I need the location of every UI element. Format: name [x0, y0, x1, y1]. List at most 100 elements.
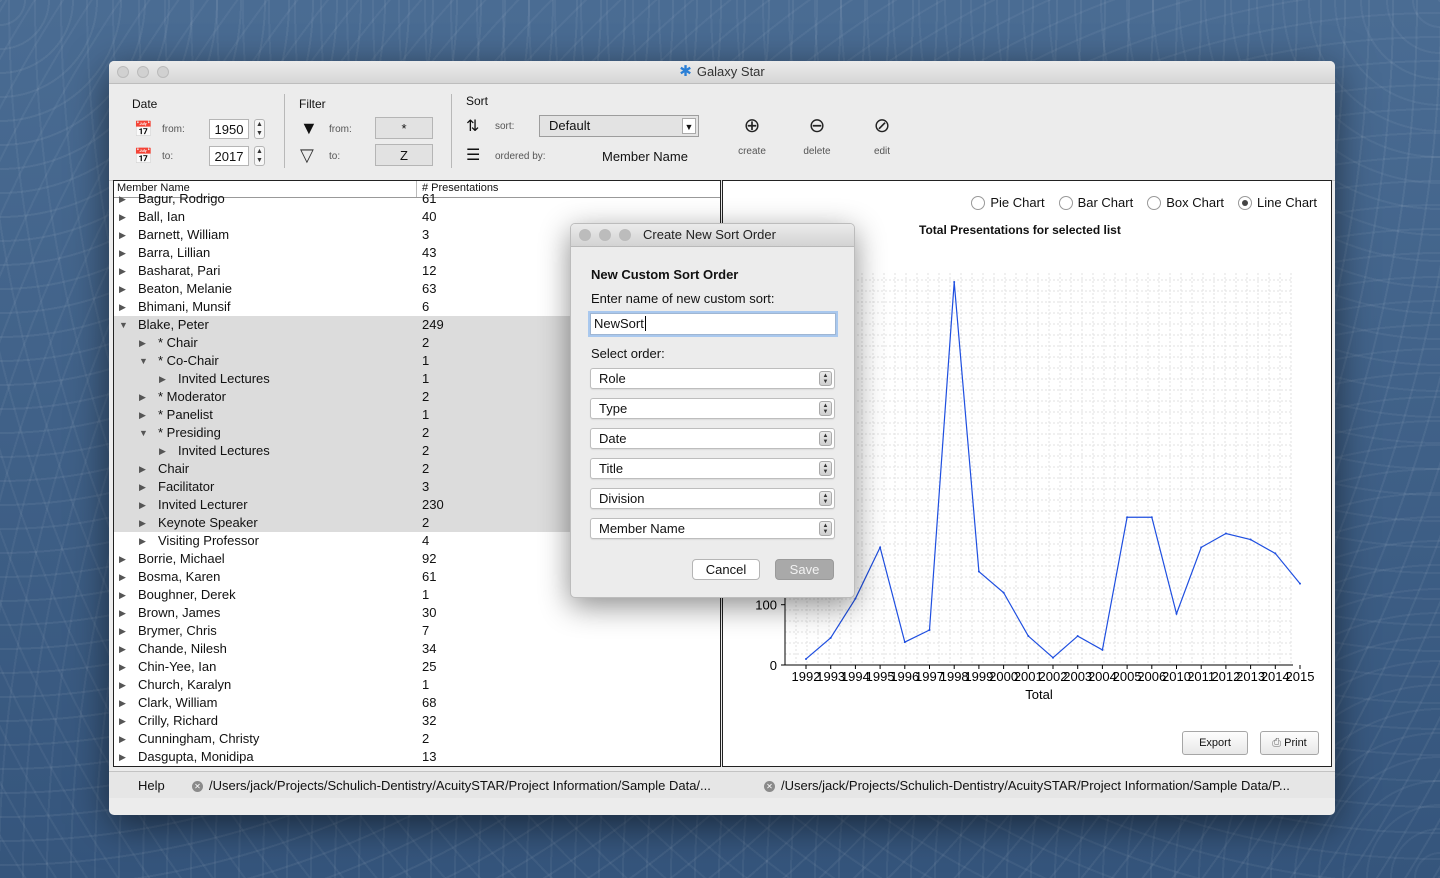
order-select[interactable]: Type ▲ ▼ [590, 398, 835, 419]
date-from-label: from: [162, 124, 185, 135]
disclosure-right-icon[interactable]: ▶ [139, 460, 146, 478]
dialog-zoom-button[interactable] [619, 229, 631, 241]
window-titlebar[interactable]: ✱ Galaxy Star [109, 61, 1335, 84]
disclosure-right-icon[interactable]: ▶ [139, 406, 146, 424]
tree-row[interactable]: ▶ Chin-Yee, Ian 25 [114, 658, 720, 676]
chevron-down-icon[interactable]: ▼ [682, 118, 696, 134]
order-select[interactable]: Role ▲ ▼ [590, 368, 835, 389]
disclosure-right-icon[interactable]: ▶ [119, 712, 126, 730]
tree-row-name: Clark, William [138, 695, 218, 710]
date-from-input[interactable]: 1950 [209, 119, 249, 139]
updown-chevron-icon[interactable]: ▲ ▼ [819, 521, 832, 536]
disclosure-right-icon[interactable]: ▶ [139, 514, 146, 532]
updown-chevron-icon[interactable]: ▲ ▼ [819, 371, 832, 386]
filter-from-input[interactable]: * [375, 117, 433, 139]
disclosure-right-icon[interactable]: ▶ [119, 640, 126, 658]
updown-chevron-icon[interactable]: ▲ ▼ [819, 401, 832, 416]
disclosure-right-icon[interactable]: ▶ [119, 622, 126, 640]
y-tick-label: 0 [770, 658, 777, 673]
close-icon[interactable]: ✕ [764, 780, 775, 792]
file-tab[interactable]: ✕ /Users/jack/Projects/Schulich-Dentistr… [192, 776, 711, 796]
disclosure-right-icon[interactable]: ▶ [119, 694, 126, 712]
updown-chevron-icon[interactable]: ▲ ▼ [819, 461, 832, 476]
disclosure-right-icon[interactable]: ▶ [119, 586, 126, 604]
disclosure-right-icon[interactable]: ▶ [119, 730, 126, 748]
text-cursor [644, 316, 646, 331]
filter-to-input[interactable]: Z [375, 144, 433, 166]
print-button[interactable]: ⎙ Print [1260, 731, 1319, 755]
dialog-close-button[interactable] [579, 229, 591, 241]
tree-row-name: Blake, Peter [138, 317, 209, 332]
list-icon: ☰ [466, 147, 481, 164]
edit-sort-button[interactable]: ⊘ edit [857, 115, 907, 157]
updown-chevron-icon[interactable]: ▲ ▼ [819, 491, 832, 506]
tree-row-count: 3 [422, 227, 430, 242]
sort-icon: ⇅ [466, 118, 480, 135]
disclosure-right-icon[interactable]: ▶ [139, 478, 146, 496]
tree-row-count: 25 [422, 659, 437, 674]
disclosure-right-icon[interactable]: ▶ [119, 226, 126, 244]
tree-row-count: 92 [422, 551, 437, 566]
tree-row[interactable]: ▶ Chande, Nilesh 34 [114, 640, 720, 658]
cancel-button[interactable]: Cancel [692, 559, 760, 580]
disclosure-right-icon[interactable]: ▶ [119, 676, 126, 694]
disclosure-right-icon[interactable]: ▶ [119, 298, 126, 316]
close-window-button[interactable] [117, 66, 129, 78]
dialog-titlebar[interactable]: Create New Sort Order [571, 224, 854, 247]
order-select[interactable]: Member Name ▲ ▼ [590, 518, 835, 539]
disclosure-right-icon[interactable]: ▶ [139, 496, 146, 514]
tree-row[interactable]: ▶ Brymer, Chris 7 [114, 622, 720, 640]
disclosure-right-icon[interactable]: ▶ [119, 208, 126, 226]
file-tab[interactable]: ✕ /Users/jack/Projects/Schulich-Dentistr… [764, 776, 1290, 796]
tree-row[interactable]: ▶ Bagur, Rodrigo 61 [114, 190, 720, 208]
disclosure-right-icon[interactable]: ▶ [119, 190, 126, 208]
date-to-input[interactable]: 2017 [209, 146, 249, 166]
order-select[interactable]: Title ▲ ▼ [590, 458, 835, 479]
tree-row[interactable]: ▶ Dasgupta, Monidipa 13 [114, 748, 720, 766]
create-sort-button[interactable]: ⊕ create [727, 115, 777, 157]
disclosure-down-icon[interactable]: ▼ [139, 352, 148, 370]
disclosure-right-icon[interactable]: ▶ [159, 442, 166, 460]
disclosure-right-icon[interactable]: ▶ [119, 748, 126, 766]
disclosure-right-icon[interactable]: ▶ [139, 334, 146, 352]
sort-select[interactable]: Default ▼ [539, 115, 699, 137]
tree-row-count: 6 [422, 299, 430, 314]
dialog-minimize-button[interactable] [599, 229, 611, 241]
disclosure-right-icon[interactable]: ▶ [119, 550, 126, 568]
tree-row[interactable]: ▶ Clark, William 68 [114, 694, 720, 712]
tree-row[interactable]: ▶ Brown, James 30 [114, 604, 720, 622]
save-button[interactable]: Save [775, 559, 834, 580]
tree-row-count: 61 [422, 569, 437, 584]
disclosure-down-icon[interactable]: ▼ [119, 316, 128, 334]
disclosure-right-icon[interactable]: ▶ [119, 604, 126, 622]
disclosure-right-icon[interactable]: ▶ [119, 568, 126, 586]
tree-row[interactable]: ▶ Cunningham, Christy 2 [114, 730, 720, 748]
help-tab[interactable]: Help [138, 776, 165, 796]
dialog-window-controls [579, 229, 631, 241]
disclosure-right-icon[interactable]: ▶ [119, 262, 126, 280]
tree-row[interactable]: ▶ Church, Karalyn 1 [114, 676, 720, 694]
date-from-stepper[interactable]: ▲ ▼ [254, 119, 265, 139]
data-point [977, 570, 980, 573]
tree-row[interactable]: ▶ Crilly, Richard 32 [114, 712, 720, 730]
order-select[interactable]: Division ▲ ▼ [590, 488, 835, 509]
date-to-stepper[interactable]: ▲ ▼ [254, 146, 265, 166]
disclosure-right-icon[interactable]: ▶ [159, 370, 166, 388]
disclosure-right-icon[interactable]: ▶ [139, 532, 146, 550]
updown-chevron-icon[interactable]: ▲ ▼ [819, 431, 832, 446]
disclosure-right-icon[interactable]: ▶ [139, 388, 146, 406]
disclosure-right-icon[interactable]: ▶ [119, 280, 126, 298]
disclosure-down-icon[interactable]: ▼ [139, 424, 148, 442]
disclosure-right-icon[interactable]: ▶ [119, 658, 126, 676]
export-button[interactable]: Export [1182, 731, 1248, 755]
sort-name-input[interactable]: NewSort [590, 313, 836, 335]
disclosure-right-icon[interactable]: ▶ [119, 244, 126, 262]
tree-row-name: Brymer, Chris [138, 623, 217, 638]
order-select[interactable]: Date ▲ ▼ [590, 428, 835, 449]
minimize-window-button[interactable] [137, 66, 149, 78]
delete-sort-button[interactable]: ⊖ delete [792, 115, 842, 157]
tree-row-count: 249 [422, 317, 444, 332]
zoom-window-button[interactable] [157, 66, 169, 78]
close-icon[interactable]: ✕ [192, 780, 203, 792]
x-axis-label: Total [1025, 687, 1053, 702]
